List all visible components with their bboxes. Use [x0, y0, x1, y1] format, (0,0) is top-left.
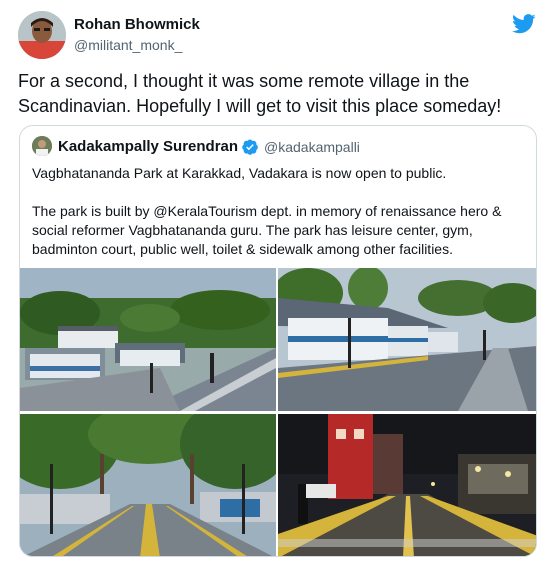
twitter-bird-icon[interactable]: [512, 13, 536, 35]
park-building-photo[interactable]: [278, 268, 536, 411]
quoted-author-handle[interactable]: @kadakampalli: [264, 139, 360, 155]
night-walkway-photo[interactable]: [278, 414, 536, 556]
quoted-avatar[interactable]: [32, 136, 52, 156]
quoted-tweet[interactable]: Kadakampally Surendran @kadakampalli Vag…: [19, 125, 537, 557]
photo-grid: [20, 268, 536, 556]
tweet-card[interactable]: Rohan Bhowmick @militant_monk_ For a sec…: [2, 1, 552, 561]
verified-badge-icon: [241, 138, 259, 156]
tweet-text: For a second, I thought it was some remo…: [18, 71, 502, 116]
avatar[interactable]: [18, 11, 66, 59]
author-name[interactable]: Rohan Bhowmick: [74, 16, 200, 33]
quoted-author-name[interactable]: Kadakampally Surendran: [58, 138, 238, 155]
quoted-text-paragraph-2: The park is built by @KeralaTourism dept…: [32, 203, 502, 257]
quoted-tweet-text: Vagbhatananda Park at Karakkad, Vadakara…: [32, 164, 528, 259]
tweet-header: Rohan Bhowmick @militant_monk_: [18, 11, 538, 59]
tree-lined-walkway-photo[interactable]: [20, 414, 276, 556]
author-handle[interactable]: @militant_monk_: [74, 37, 182, 53]
quoted-tweet-header: Kadakampally Surendran @kadakampalli: [32, 136, 532, 158]
quoted-text-line-1: Vagbhatananda Park at Karakkad, Vadakara…: [32, 165, 447, 181]
park-aerial-photo[interactable]: [20, 268, 276, 411]
